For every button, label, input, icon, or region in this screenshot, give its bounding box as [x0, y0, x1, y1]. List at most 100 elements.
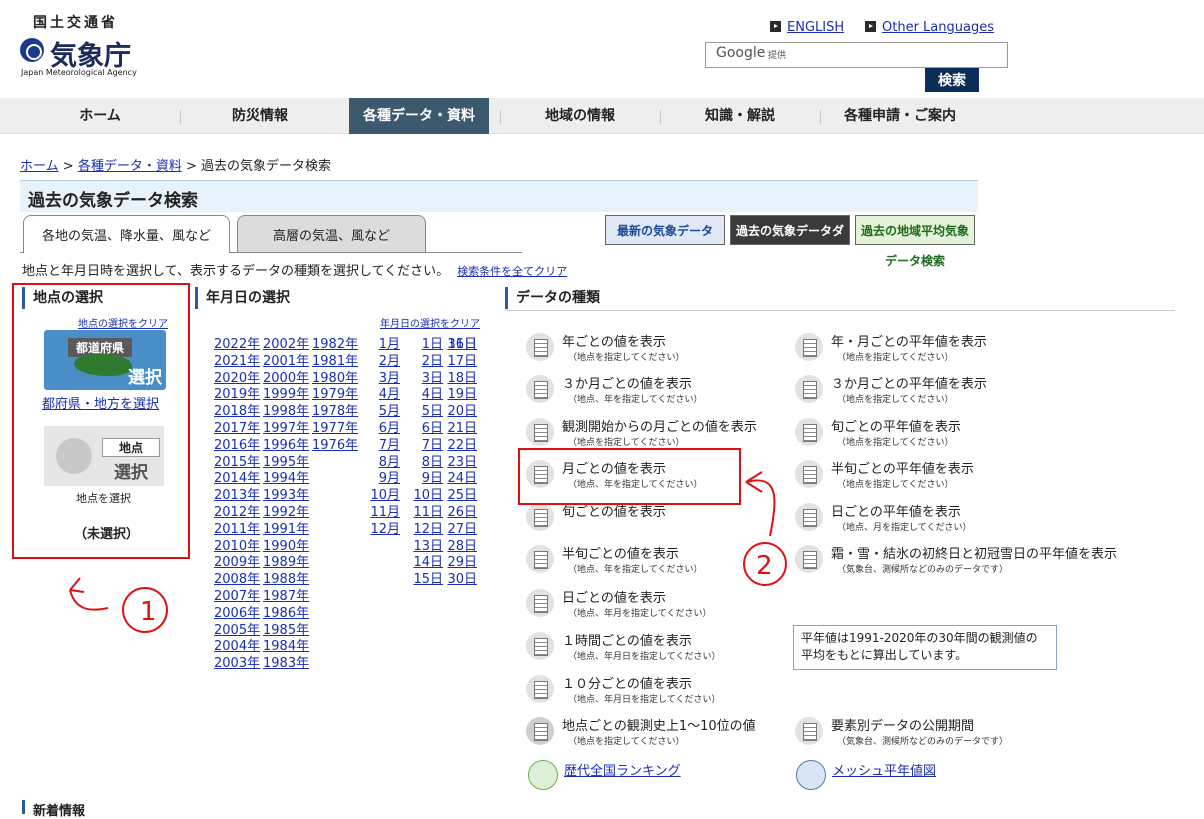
- datatype-hint: （地点、年を指定してください）: [568, 395, 703, 405]
- instruction-label: 地点と年月日時を選択して、表示するデータの種類を選択してください。: [22, 264, 450, 279]
- tab-upper-air[interactable]: 高層の気温、風など: [237, 215, 426, 253]
- breadcrumb-data[interactable]: 各種データ・資料: [78, 159, 182, 174]
- table-icon: [526, 503, 554, 531]
- annotation-arrow-1: 1: [69, 577, 168, 633]
- datatype-label[interactable]: １０分ごとの値を表示: [562, 673, 692, 692]
- datatype-label[interactable]: 日ごとの値を表示: [562, 587, 666, 606]
- table-icon: [526, 545, 554, 573]
- search-provided-label: 提供: [768, 51, 787, 61]
- ministry-name: 国土交通省: [33, 15, 118, 31]
- date-section-heading: 年月日の選択: [195, 287, 290, 309]
- arrow-icon: [865, 21, 876, 32]
- datatype-label[interactable]: 年・月ごとの平年値を表示: [831, 331, 987, 350]
- warning-icon: [526, 717, 554, 745]
- year-link[interactable]: 1983年: [263, 652, 309, 671]
- datatype-hint: （地点、年を指定してください）: [568, 565, 703, 575]
- datatype-label[interactable]: 日ごとの平年値を表示: [831, 501, 961, 520]
- table-icon: [795, 717, 823, 745]
- datatype-hint: （地点を指定してください）: [568, 438, 685, 448]
- datatype-hint: （地点を指定してください）: [837, 395, 954, 405]
- table-icon: [526, 375, 554, 403]
- annotation-box-monthly: [518, 448, 741, 505]
- page-title: 過去の気象データ検索: [20, 180, 978, 212]
- nav-applications[interactable]: 各種申請・ご案内: [820, 98, 980, 134]
- annotation-box-station: [12, 283, 190, 559]
- ranking-icon: [528, 760, 558, 790]
- table-icon: [795, 545, 823, 573]
- breadcrumb: ホーム > 各種データ・資料 > 過去の気象データ検索: [20, 155, 331, 174]
- breadcrumb-separator: >: [62, 159, 74, 174]
- tab-surface[interactable]: 各地の気温、降水量、風など: [23, 215, 230, 253]
- annotation-label-2: 2: [756, 551, 773, 581]
- nav-knowledge[interactable]: 知識・解説: [660, 98, 820, 134]
- datatype-label[interactable]: 霜・雪・結氷の初終日と初冠雪日の平年値を表示: [831, 543, 1117, 562]
- jma-logo-icon[interactable]: [20, 38, 44, 62]
- table-icon: [526, 333, 554, 361]
- latest-data-banner[interactable]: 最新の気象データ: [605, 215, 725, 245]
- breadcrumb-home[interactable]: ホーム: [20, 159, 59, 174]
- ranking-link[interactable]: 歴代全国ランキング: [564, 760, 681, 779]
- table-icon: [795, 460, 823, 488]
- google-logo: Google: [716, 45, 766, 61]
- date-clear-link[interactable]: 年月日の選択をクリア: [380, 315, 480, 330]
- datatype-hint: （地点、年月日を指定してください）: [568, 695, 721, 705]
- datatype-hint: （地点を指定してください）: [837, 438, 954, 448]
- download-banner[interactable]: 過去の気象データダウンロード: [730, 215, 850, 268]
- nav-disaster[interactable]: 防災情報: [180, 98, 340, 134]
- datatype-label[interactable]: 観測開始からの月ごとの値を表示: [562, 416, 757, 435]
- month-link[interactable]: 12月: [370, 518, 400, 537]
- mesh-link[interactable]: メッシュ平年値図: [832, 760, 936, 779]
- datatype-label[interactable]: 年ごとの値を表示: [562, 331, 666, 350]
- datatype-hint: （気象台、測候所などのみのデータです）: [837, 565, 1009, 575]
- datatype-hint: （地点、年月日を指定してください）: [568, 652, 721, 662]
- table-icon: [526, 589, 554, 617]
- normal-value-note: 平年値は1991-2020年の30年間の観測値の平均をもとに算出しています。: [793, 625, 1057, 670]
- annotation-arrow-2: 2: [743, 471, 787, 586]
- datatype-hint: （地点を指定してください）: [837, 480, 954, 490]
- site-header: 国土交通省 気象庁 Japan Meteorological Agency EN…: [0, 0, 1204, 98]
- datatype-hint: （地点を指定してください）: [568, 353, 685, 363]
- year-link[interactable]: 2003年: [214, 652, 260, 671]
- table-icon: [795, 375, 823, 403]
- table-icon: [795, 333, 823, 361]
- datatype-hint: （気象台、測候所などのみのデータです）: [837, 737, 1009, 747]
- annotation-label-1: 1: [140, 597, 157, 627]
- other-languages-link-text[interactable]: Other Languages: [882, 20, 994, 35]
- datatype-label[interactable]: ３か月ごとの値を表示: [562, 373, 692, 392]
- nav-data[interactable]: 各種データ・資料: [349, 98, 489, 134]
- day-link[interactable]: 30日: [447, 568, 477, 587]
- instruction-text: 地点と年月日時を選択して、表示するデータの種類を選択してください。 検索条件を全て…: [22, 260, 567, 279]
- nav-region[interactable]: 地域の情報: [500, 98, 660, 134]
- datatype-hint: （地点、月を指定してください）: [837, 523, 972, 533]
- table-icon: [795, 503, 823, 531]
- breadcrumb-current: > 過去の気象データ検索: [185, 159, 331, 174]
- datatype-label[interactable]: １時間ごとの値を表示: [562, 630, 692, 649]
- table-icon: [526, 418, 554, 446]
- datatype-label[interactable]: 要素別データの公開期間: [831, 715, 974, 734]
- day-link[interactable]: 31日: [447, 333, 477, 352]
- agency-english-name: Japan Meteorological Agency: [21, 68, 137, 77]
- datatype-label[interactable]: 半旬ごとの平年値を表示: [831, 458, 974, 477]
- regional-average-banner[interactable]: 過去の地域平均気象データ検索: [855, 215, 975, 268]
- datatype-hint: （地点、年月を指定してください）: [568, 609, 712, 619]
- datatype-section-heading: データの種類: [505, 287, 600, 309]
- day-link[interactable]: 15日: [413, 568, 443, 587]
- table-icon: [795, 418, 823, 446]
- datatype-label[interactable]: ３か月ごとの平年値を表示: [831, 373, 987, 392]
- mesh-map-icon: [796, 760, 826, 790]
- nav-home[interactable]: ホーム: [20, 98, 180, 134]
- clear-all-link[interactable]: 検索条件を全てクリア: [457, 265, 567, 278]
- datatype-divider: [505, 310, 1175, 311]
- year-link[interactable]: 1976年: [312, 434, 358, 453]
- main-nav: ホーム 防災情報 各種データ・資料 地域の情報 知識・解説 各種申請・ご案内: [0, 98, 1204, 134]
- datatype-label[interactable]: 旬ごとの平年値を表示: [831, 416, 961, 435]
- datatype-label[interactable]: 地点ごとの観測史上1〜10位の値: [562, 715, 756, 734]
- datatype-label[interactable]: 半旬ごとの値を表示: [562, 543, 679, 562]
- english-link-text[interactable]: ENGLISH: [787, 20, 844, 35]
- search-button[interactable]: 検索: [925, 68, 979, 92]
- other-languages-link[interactable]: Other Languages: [865, 20, 994, 35]
- datatype-hint: （地点を指定してください）: [837, 353, 954, 363]
- arrow-icon: [770, 21, 781, 32]
- table-icon: [526, 632, 554, 660]
- english-link[interactable]: ENGLISH: [770, 20, 844, 35]
